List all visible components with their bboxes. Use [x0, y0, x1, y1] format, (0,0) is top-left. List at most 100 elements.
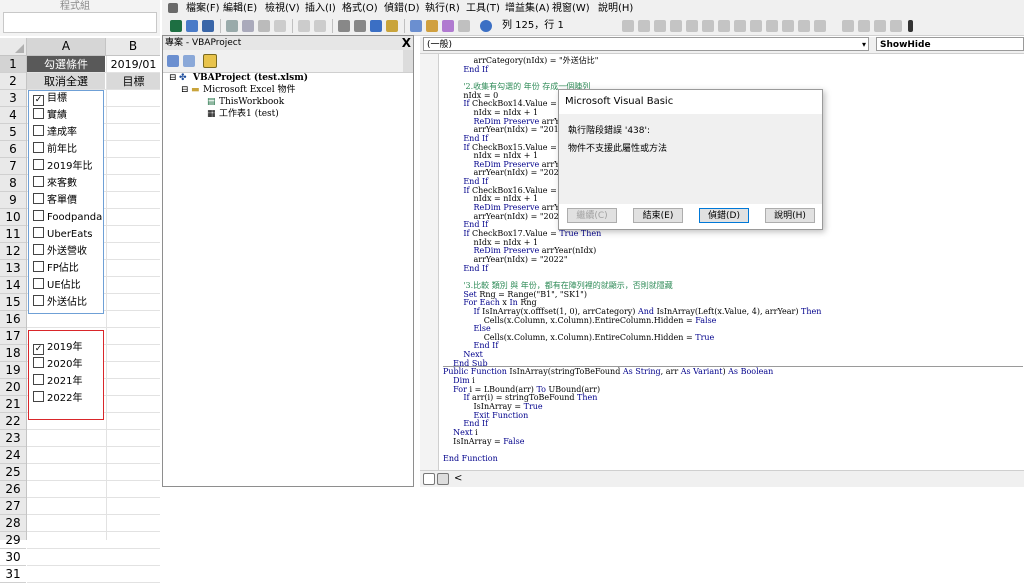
checkbox-item[interactable]: 達成率 — [33, 124, 77, 141]
menu-item[interactable]: 檔案(F) — [186, 0, 220, 17]
toggle-breakpoint-icon[interactable] — [718, 20, 730, 32]
copy-icon[interactable] — [242, 20, 254, 32]
toolbar-options-icon[interactable] — [858, 20, 870, 32]
formula-bar-input[interactable] — [3, 12, 157, 33]
reset-icon[interactable] — [370, 20, 382, 32]
procedure-dropdown[interactable]: ShowHide — [876, 37, 1024, 51]
row-header[interactable]: 9 — [0, 192, 26, 209]
excel-icon[interactable] — [168, 3, 178, 13]
cut-icon[interactable] — [226, 20, 238, 32]
procedure-view-icon[interactable] — [423, 473, 435, 485]
menu-item[interactable]: 工具(T) — [466, 0, 500, 17]
checkbox-item[interactable]: 前年比 — [33, 141, 77, 158]
tree-folder[interactable]: Microsoft Excel 物件 — [203, 85, 295, 95]
row-header[interactable]: 19 — [0, 362, 26, 379]
checkbox-item[interactable]: ✓ 2019年 — [33, 339, 82, 356]
checkbox-icon[interactable] — [33, 244, 44, 255]
code-line[interactable]: Exit Function — [443, 411, 529, 420]
code-line[interactable]: nIdx = 0 — [443, 91, 498, 100]
checkbox-item[interactable]: 實績 — [33, 107, 67, 124]
save-icon[interactable] — [202, 20, 214, 32]
object-browser-icon[interactable] — [442, 20, 454, 32]
menu-item[interactable]: 增益集(A) — [505, 0, 550, 17]
menu-item[interactable]: 格式(O) — [342, 0, 378, 17]
code-line[interactable]: End If — [443, 65, 488, 74]
code-line[interactable]: nIdx = nIdx + 1 — [443, 238, 539, 247]
redo-icon[interactable] — [314, 20, 326, 32]
menu-item[interactable]: 編輯(E) — [223, 0, 257, 17]
checkbox-item[interactable]: UberEats — [33, 226, 93, 243]
row-header[interactable]: 16 — [0, 311, 26, 328]
row-header[interactable]: 23 — [0, 430, 26, 447]
checkbox-icon[interactable] — [33, 193, 44, 204]
checkbox-icon[interactable] — [33, 261, 44, 272]
code-line[interactable]: IsInArray = False — [443, 437, 524, 446]
properties-icon[interactable] — [426, 20, 438, 32]
row-header[interactable]: 2 — [0, 73, 26, 90]
tree-collapse-icon[interactable]: ⊟ — [181, 85, 189, 95]
checkbox-item[interactable]: 2019年比 — [33, 158, 92, 175]
row-header[interactable]: 10 — [0, 209, 26, 226]
checkbox-icon[interactable] — [33, 278, 44, 289]
toggle-folders-icon[interactable] — [203, 54, 217, 68]
code-line[interactable]: If CheckBox17.Value = True Then — [443, 229, 601, 238]
checkbox-item[interactable]: 客單價 — [33, 192, 77, 209]
outdent-icon[interactable] — [638, 20, 650, 32]
tree-root[interactable]: VBAProject (test.xlsm) — [193, 73, 308, 83]
project-scrollbar[interactable] — [403, 50, 413, 72]
code-line[interactable]: '3.比較 類別 與 年份，都有在陣列裡的就顯示，否則就隱藏 — [443, 281, 672, 290]
close-icon[interactable]: X — [402, 36, 411, 50]
row-header[interactable]: 15 — [0, 294, 26, 311]
toggle-bookmark-icon[interactable] — [766, 20, 778, 32]
uncomment-block-icon[interactable] — [750, 20, 762, 32]
debug-button[interactable]: 偵錯(D) — [699, 208, 749, 223]
row-header[interactable]: 21 — [0, 396, 26, 413]
tree-sheet[interactable]: 工作表1 (test) — [219, 109, 279, 119]
next-bookmark-icon[interactable] — [782, 20, 794, 32]
end-button[interactable]: 結束(E) — [633, 208, 683, 223]
checkbox-item[interactable]: Foodpanda — [33, 209, 102, 226]
code-line[interactable]: Cells(x.Column, x.Column).EntireColumn.H… — [443, 333, 715, 342]
design-mode-icon[interactable] — [386, 20, 398, 32]
continue-button[interactable]: 繼續(C) — [567, 208, 617, 223]
comment-block-icon[interactable] — [734, 20, 746, 32]
code-line[interactable]: arrYear(nIdx) = "2019" — [443, 125, 568, 134]
toolbar-options-icon[interactable] — [890, 20, 902, 32]
toolbar-options-icon[interactable] — [874, 20, 886, 32]
column-header-b[interactable]: B — [106, 38, 160, 55]
code-line[interactable]: Set Rng = Range("B1", "SK1") — [443, 290, 587, 299]
checkbox-item[interactable]: FP佔比 — [33, 260, 79, 277]
row-header[interactable]: 14 — [0, 277, 26, 294]
row-header[interactable]: 30 — [0, 549, 26, 566]
tree-collapse-icon[interactable]: ⊟ — [169, 73, 177, 83]
code-line[interactable]: For Each x In Rng — [443, 298, 536, 307]
full-module-view-icon[interactable] — [437, 473, 449, 485]
code-line[interactable]: Public Function IsInArray(stringToBeFoun… — [443, 367, 773, 376]
code-line[interactable]: If IsInArray(x.offfset(1, 0), arrCategor… — [443, 307, 822, 316]
checkbox-icon[interactable] — [33, 295, 44, 306]
checkbox-item[interactable]: 2022年 — [33, 390, 82, 407]
checkbox-icon[interactable] — [33, 391, 44, 402]
code-line[interactable]: arrYear(nIdx) = "2021" — [443, 212, 568, 221]
checkbox-icon[interactable] — [33, 357, 44, 368]
tree-workbook[interactable]: ThisWorkbook — [219, 97, 284, 107]
checkbox-checked-icon[interactable]: ✓ — [33, 344, 44, 355]
menu-item[interactable]: 說明(H) — [598, 0, 633, 17]
run-icon[interactable] — [338, 20, 350, 32]
project-explorer-icon[interactable] — [410, 20, 422, 32]
row-header[interactable]: 11 — [0, 226, 26, 243]
checkbox-icon[interactable] — [33, 210, 44, 221]
code-line[interactable]: End If — [443, 341, 499, 350]
row-header[interactable]: 12 — [0, 243, 26, 260]
row-header[interactable]: 8 — [0, 175, 26, 192]
toolbox-icon[interactable] — [458, 20, 470, 32]
checkbox-item[interactable]: 2020年 — [33, 356, 82, 373]
undo-icon[interactable] — [298, 20, 310, 32]
cell-b2[interactable]: 目標 — [107, 73, 160, 90]
checkbox-item[interactable]: UE佔比 — [33, 277, 81, 294]
checkbox-item[interactable]: 來客數 — [33, 175, 77, 192]
checkbox-icon[interactable] — [33, 374, 44, 385]
code-line[interactable]: arrCategory(nIdx) = "外送佔比" — [443, 56, 599, 65]
row-header[interactable]: 28 — [0, 515, 26, 532]
code-line[interactable]: nIdx = nIdx + 1 — [443, 194, 539, 203]
